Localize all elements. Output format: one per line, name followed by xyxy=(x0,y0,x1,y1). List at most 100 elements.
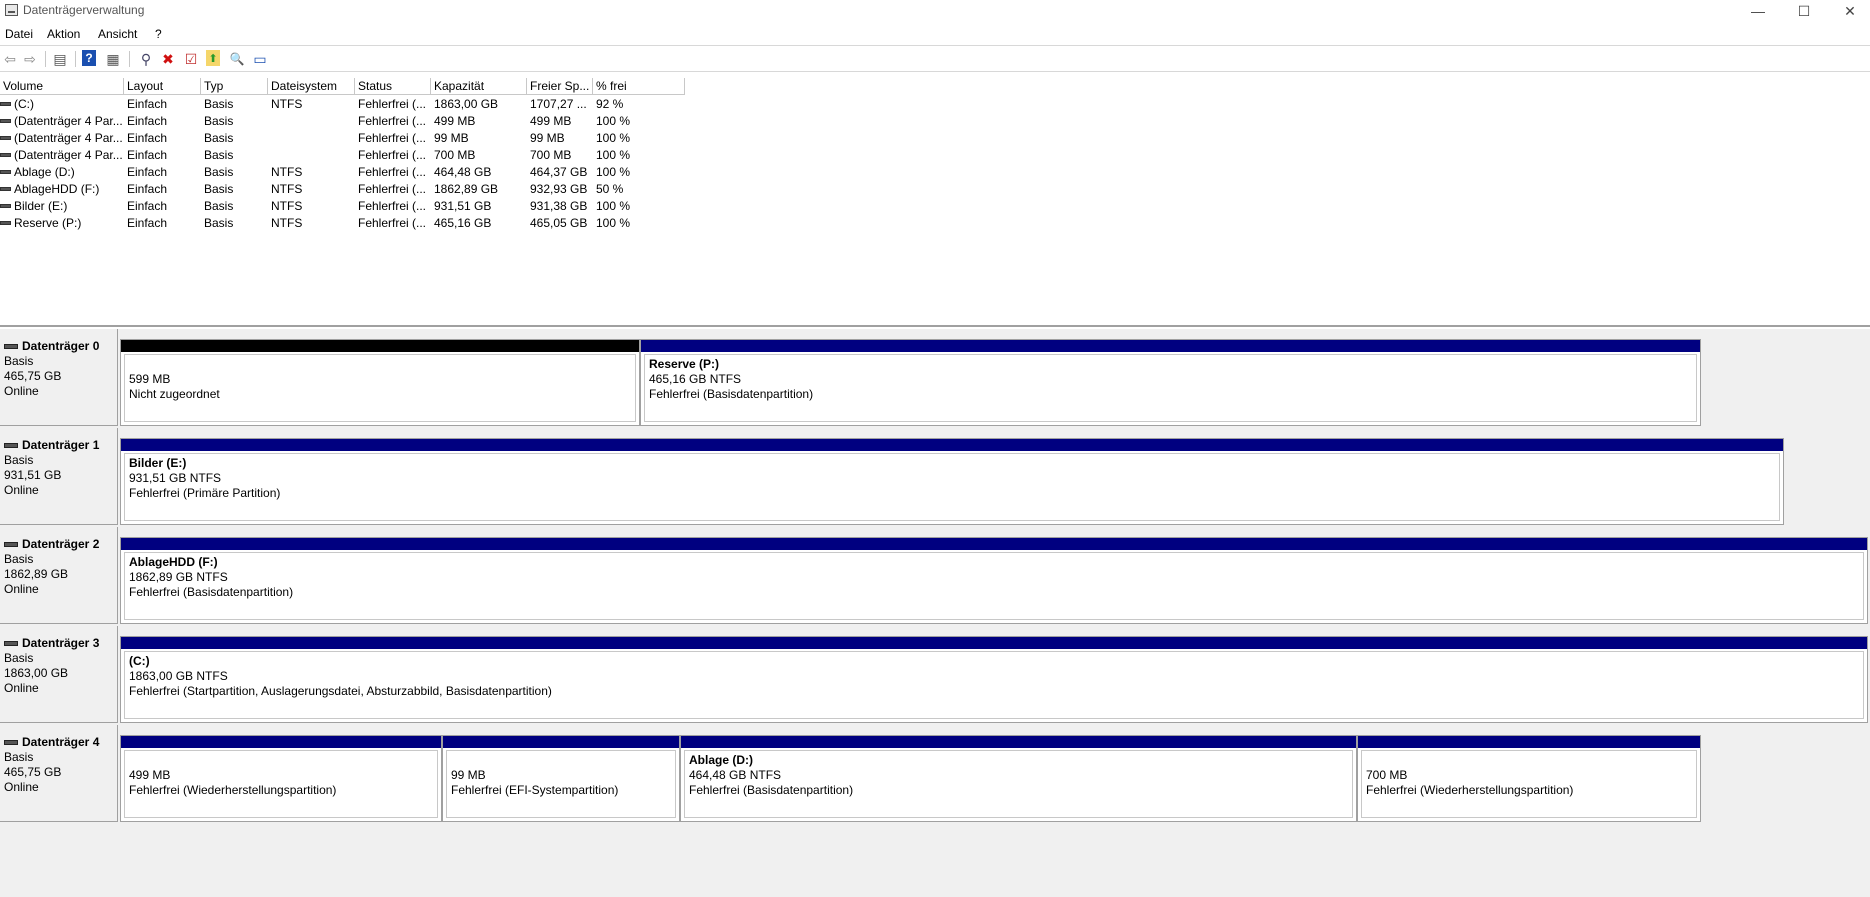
help-icon[interactable]: ? xyxy=(82,50,96,66)
disk-state: Online xyxy=(4,483,39,497)
volume-list-row[interactable]: (C:) Einfach Basis NTFS Fehlerfrei (... 1863,… xyxy=(0,96,1870,113)
cell-text: 100 % xyxy=(596,131,631,145)
volume-list: Volume Layout Typ Dateisystem Status Kap… xyxy=(0,78,1870,327)
disk-type: Basis xyxy=(4,750,34,764)
cell-text: NTFS xyxy=(271,97,303,111)
volume-icon xyxy=(0,101,11,106)
connect-icon[interactable]: ⚲ xyxy=(137,50,155,68)
export-icon[interactable]: ⬆ xyxy=(206,50,220,66)
forward-arrow-icon[interactable]: ⇨ xyxy=(21,50,39,68)
column-header-percent-free[interactable]: % frei xyxy=(593,78,685,95)
partition-name: Ablage (D:) xyxy=(689,753,753,767)
disk-info-panel[interactable]: Datenträger 3 Basis 1863,00 GB Online xyxy=(0,626,118,723)
disk-icon xyxy=(4,641,18,646)
partition-color-bar xyxy=(681,736,1356,748)
partition-block[interactable]: Ablage (D:) 464,48 GB NTFS Fehlerfrei (Bas… xyxy=(680,735,1357,822)
minimize-button[interactable]: — xyxy=(1735,0,1781,22)
console-tree-icon[interactable]: ▤ xyxy=(51,50,69,68)
menu-aktion[interactable]: Aktion xyxy=(47,27,80,41)
cell-text: Einfach xyxy=(127,165,168,179)
cell-text: Fehlerfrei (... xyxy=(358,97,427,111)
disk-info-panel[interactable]: Datenträger 0 Basis 465,75 GB Online xyxy=(0,329,118,426)
disk-info-panel[interactable]: Datenträger 4 Basis 465,75 GB Online xyxy=(0,725,118,822)
unallocated-space[interactable]: 599 MB Nicht zugeordnet xyxy=(120,339,640,426)
maximize-button[interactable]: ☐ xyxy=(1781,0,1827,22)
volume-list-row[interactable]: Ablage (D:) Einfach Basis NTFS Fehlerfrei (.… xyxy=(0,164,1870,181)
disk-name: Datenträger 1 xyxy=(4,438,117,453)
menu-ansicht[interactable]: Ansicht xyxy=(98,27,137,41)
partition-block[interactable]: AblageHDD (F:) 1862,89 GB NTFS Fehlerfrei … xyxy=(120,537,1868,624)
cell-free-space: 464,37 GB xyxy=(527,164,593,181)
volume-list-row[interactable]: (Datenträger 4 Par... Einfach Basis Fehlerf… xyxy=(0,130,1870,147)
partition-body: 700 MB Fehlerfrei (Wiederherstellungspart… xyxy=(1361,750,1697,818)
disk-state: Online xyxy=(4,582,39,596)
partition-block[interactable]: Reserve (P:) 465,16 GB NTFS Fehlerfrei (Ba… xyxy=(640,339,1701,426)
partition-size: 1863,00 GB NTFS xyxy=(129,669,228,683)
cell-percent-free: 100 % xyxy=(593,215,685,232)
cell-volume: (Datenträger 4 Par... xyxy=(0,113,124,130)
partition-body: (C:) 1863,00 GB NTFS Fehlerfrei (Startpart… xyxy=(124,651,1864,719)
column-header-free-space[interactable]: Freier Sp... xyxy=(527,78,593,95)
cell-text: Einfach xyxy=(127,131,168,145)
volume-list-row[interactable]: Reserve (P:) Einfach Basis NTFS Fehlerfrei (… xyxy=(0,215,1870,232)
cell-volume: (C:) xyxy=(0,96,124,113)
disk-icon xyxy=(4,740,18,745)
cell-text: Einfach xyxy=(127,114,168,128)
cell-text: Einfach xyxy=(127,97,168,111)
cell-text: Einfach xyxy=(127,199,168,213)
column-header-layout[interactable]: Layout xyxy=(124,78,201,95)
partition-block[interactable]: Bilder (E:) 931,51 GB NTFS Fehlerfrei (Pri… xyxy=(120,438,1784,525)
partition-block[interactable]: (C:) 1863,00 GB NTFS Fehlerfrei (Startpart… xyxy=(120,636,1868,723)
column-header-capacity[interactable]: Kapazität xyxy=(431,78,527,95)
partition-block[interactable]: 99 MB Fehlerfrei (EFI-Systempartition) xyxy=(442,735,680,822)
cell-text: 931,51 GB xyxy=(434,199,492,213)
column-header-type[interactable]: Typ xyxy=(201,78,268,95)
partition-name xyxy=(1366,753,1696,768)
volume-icon xyxy=(0,152,11,157)
partition-block[interactable]: 700 MB Fehlerfrei (Wiederherstellungspart… xyxy=(1357,735,1701,822)
cell-filesystem: NTFS xyxy=(268,181,355,198)
volume-list-row[interactable]: (Datenträger 4 Par... Einfach Basis Fehlerf… xyxy=(0,113,1870,130)
cell-free-space: 465,05 GB xyxy=(527,215,593,232)
cell-type: Basis xyxy=(201,147,268,164)
column-header-filesystem[interactable]: Dateisystem xyxy=(268,78,355,95)
cell-type: Basis xyxy=(201,113,268,130)
close-button[interactable]: ✕ xyxy=(1827,0,1870,22)
cell-layout: Einfach xyxy=(124,113,201,130)
back-arrow-icon[interactable]: ⇦ xyxy=(1,50,19,68)
cell-text: 464,37 GB xyxy=(530,165,588,179)
cell-text: Fehlerfrei (... xyxy=(358,148,427,162)
volume-icon xyxy=(0,203,11,208)
cell-type: Basis xyxy=(201,164,268,181)
cell-filesystem: NTFS xyxy=(268,96,355,113)
volume-list-row[interactable]: AblageHDD (F:) Einfach Basis NTFS Fehlerfrei… xyxy=(0,181,1870,198)
column-header-volume[interactable]: Volume xyxy=(0,78,124,95)
cell-layout: Einfach xyxy=(124,96,201,113)
volume-list-row[interactable]: (Datenträger 4 Par... Einfach Basis Fehlerf… xyxy=(0,147,1870,164)
column-header-status[interactable]: Status xyxy=(355,78,431,95)
disk-info-panel[interactable]: Datenträger 1 Basis 931,51 GB Online xyxy=(0,428,118,525)
delete-icon[interactable]: ✖ xyxy=(159,50,177,68)
properties-icon[interactable]: ▦ xyxy=(104,50,122,68)
cell-text: Basis xyxy=(204,114,234,128)
volume-list-row[interactable]: Bilder (E:) Einfach Basis NTFS Fehlerfrei (.… xyxy=(0,198,1870,215)
checklist-icon[interactable]: ☑ xyxy=(182,50,200,68)
cell-layout: Einfach xyxy=(124,130,201,147)
cell-free-space: 1707,27 ... xyxy=(527,96,593,113)
partition-block[interactable]: 499 MB Fehlerfrei (Wiederherstellungspart… xyxy=(120,735,442,822)
disk-state: Online xyxy=(4,780,39,794)
disk-state: Online xyxy=(4,384,39,398)
menu-help[interactable]: ? xyxy=(155,27,162,41)
partition-size: 99 MB xyxy=(451,768,486,782)
cell-type: Basis xyxy=(201,130,268,147)
cell-text: Basis xyxy=(204,131,234,145)
menu-datei[interactable]: Datei xyxy=(5,27,33,41)
disk-info-panel[interactable]: Datenträger 2 Basis 1862,89 GB Online xyxy=(0,527,118,624)
cell-text: 100 % xyxy=(596,114,631,128)
view-icon[interactable]: ▭ xyxy=(251,50,269,68)
cell-text: Basis xyxy=(204,148,234,162)
disk-type: Basis xyxy=(4,651,34,665)
cell-percent-free: 100 % xyxy=(593,130,685,147)
cell-layout: Einfach xyxy=(124,181,201,198)
search-icon[interactable]: 🔍 xyxy=(228,50,246,68)
